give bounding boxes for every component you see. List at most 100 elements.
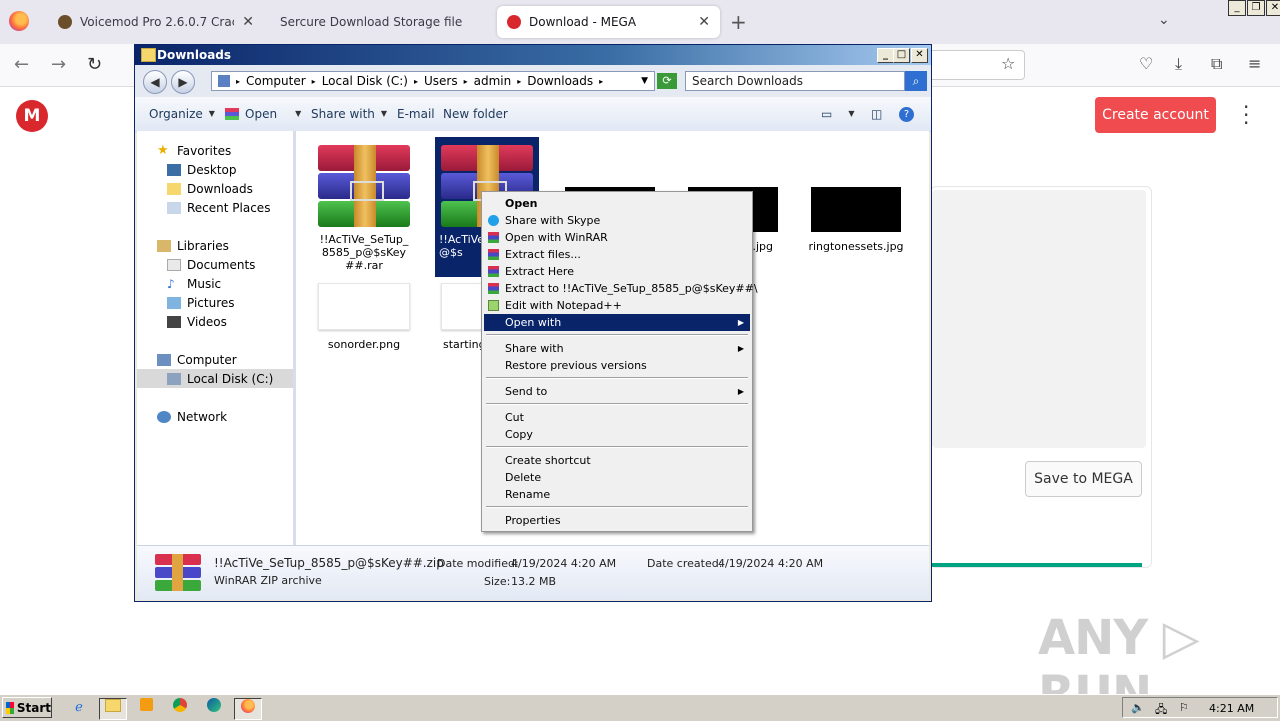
nav-desktop[interactable]: Desktop [167, 160, 237, 179]
network-tray-icon[interactable]: 🖧 [1155, 701, 1167, 720]
breadcrumb-downloads[interactable]: Downloads [527, 74, 593, 88]
edge-icon[interactable] [201, 698, 227, 718]
details-pane: !!AcTiVe_SeTup_8585_p@$sKey##.zip WinRAR… [137, 545, 929, 600]
back-button[interactable]: ◀ [143, 70, 167, 94]
nav-music[interactable]: ♪ Music [167, 274, 221, 293]
mega-logo[interactable]: M [16, 100, 48, 132]
menu-restore-previous-versions[interactable]: Restore previous versions [484, 357, 750, 374]
windows-logo-icon [6, 701, 14, 714]
new-tab-button[interactable]: + [730, 10, 747, 34]
menu-separator [486, 446, 748, 448]
nav-videos[interactable]: Videos [167, 312, 227, 331]
bookmark-star-icon[interactable]: ☆ [1001, 54, 1015, 73]
file-item[interactable]: ringtonessets.jpg [804, 187, 908, 253]
list-all-tabs-icon[interactable]: ⌄ [1158, 12, 1170, 28]
menu-extract-to[interactable]: Extract to !!AcTiVe_SeTup_8585_p@$sKey##… [484, 280, 758, 297]
nav-computer[interactable]: Computer [157, 350, 237, 369]
address-dropdown-icon[interactable]: ▼ [641, 76, 648, 86]
address-field[interactable]: ▸ Computer ▸ Local Disk (C:) ▸ Users ▸ a… [211, 71, 655, 91]
media-player-icon[interactable] [133, 698, 159, 718]
minimize-button[interactable]: _ [877, 48, 894, 63]
pocket-icon[interactable]: ♡ [1139, 54, 1153, 73]
clock[interactable]: 4:21 AM [1209, 702, 1254, 715]
forward-button[interactable]: ▶ [171, 70, 195, 94]
new-folder-button[interactable]: New folder [443, 97, 508, 131]
internet-explorer-icon[interactable]: ℯ [66, 698, 92, 718]
image-thumbnail [318, 283, 410, 330]
refresh-icon[interactable]: ⟳ [657, 73, 677, 89]
volume-icon[interactable]: 🔈 [1131, 701, 1145, 714]
file-item[interactable]: !!AcTiVe_SeTup_8585_p@$sKey##.rar [312, 137, 416, 272]
extensions-icon[interactable]: ⧉ [1211, 54, 1222, 74]
menu-properties[interactable]: Properties [484, 512, 750, 529]
menu-open-with[interactable]: Open with ▶ [484, 314, 750, 331]
menu-rename[interactable]: Rename [484, 486, 750, 503]
chrome-icon[interactable] [167, 698, 193, 718]
system-tray: 🔈 🖧 ⚐ 4:21 AM [1122, 697, 1278, 718]
hamburger-menu-icon[interactable]: ≡ [1248, 54, 1261, 73]
nav-local-disk[interactable]: Local Disk (C:) [137, 369, 293, 388]
action-center-flag-icon[interactable]: ⚐ [1179, 701, 1189, 714]
tab-voicemod[interactable]: Voicemod Pro 2.6.0.7 Crack With U ✕ [48, 6, 264, 38]
menu-send-to[interactable]: Send to ▶ [484, 383, 750, 400]
menu-label: Edit with Notepad++ [505, 299, 622, 312]
nav-documents[interactable]: Documents [167, 255, 255, 274]
save-to-mega-button[interactable]: Save to MEGA [1025, 461, 1142, 497]
menu-open-with-winrar[interactable]: Open with WinRAR [484, 229, 750, 246]
help-icon[interactable]: ? [899, 97, 914, 131]
winrar-icon [225, 108, 239, 120]
explorer-taskbar-icon[interactable] [99, 698, 127, 720]
minimize-button[interactable]: _ [1228, 0, 1246, 16]
tab-mega-download[interactable]: Download - MEGA ✕ [497, 6, 720, 38]
menu-copy[interactable]: Copy [484, 426, 750, 443]
nav-favorites[interactable]: ★ Favorites [157, 141, 231, 160]
open-button[interactable]: Open ▼ [225, 97, 301, 131]
back-arrow-icon[interactable]: ← [14, 54, 29, 75]
close-tab-icon[interactable]: ✕ [242, 14, 254, 30]
menu-edit-with-notepad[interactable]: Edit with Notepad++ [484, 297, 750, 314]
nav-recent-places[interactable]: Recent Places [167, 198, 270, 217]
nav-label: Favorites [177, 143, 232, 158]
menu-extract-here[interactable]: Extract Here [484, 263, 750, 280]
firefox-taskbar-icon[interactable] [234, 698, 262, 720]
tab-secure-download[interactable]: Sercure Download Storage file [270, 6, 492, 38]
menu-open[interactable]: Open [484, 195, 750, 212]
close-window-button[interactable]: ✕ [1266, 0, 1280, 16]
reload-icon[interactable]: ↻ [87, 54, 102, 75]
breadcrumb-admin[interactable]: admin [474, 74, 512, 88]
menu-share-with-skype[interactable]: Share with Skype [484, 212, 750, 229]
maximize-button[interactable]: □ [893, 48, 910, 63]
breadcrumb-computer[interactable]: Computer [246, 74, 306, 88]
create-account-button[interactable]: Create account [1095, 97, 1216, 133]
search-input[interactable]: Search Downloads [685, 71, 905, 91]
file-item[interactable]: sonorder.png [312, 283, 416, 351]
nav-pictures[interactable]: Pictures [167, 293, 235, 312]
close-tab-icon[interactable]: ✕ [698, 14, 710, 30]
menu-cut[interactable]: Cut [484, 409, 750, 426]
restore-button[interactable]: ❐ [1247, 0, 1265, 16]
menu-delete[interactable]: Delete [484, 469, 750, 486]
nav-network[interactable]: Network [157, 407, 227, 426]
start-button[interactable]: Start [2, 697, 52, 718]
organize-button[interactable]: Organize ▼ [149, 97, 215, 131]
menu-label: Share with [505, 342, 564, 355]
details-file-name: !!AcTiVe_SeTup_8585_p@$sKey##.zip [214, 556, 444, 570]
explorer-title-bar[interactable]: Downloads _ □ ✕ [135, 45, 931, 65]
menu-extract-files[interactable]: Extract files... [484, 246, 750, 263]
change-view-icon[interactable]: ▭ ▼ [821, 97, 855, 131]
breadcrumb-users[interactable]: Users [424, 74, 458, 88]
menu-create-shortcut[interactable]: Create shortcut [484, 452, 750, 469]
nav-libraries[interactable]: Libraries [157, 236, 229, 255]
breadcrumb-local-disk[interactable]: Local Disk (C:) [322, 74, 408, 88]
forward-arrow-icon[interactable]: → [51, 54, 66, 75]
menu-label: Extract files... [505, 248, 581, 261]
search-icon[interactable]: ⌕ [905, 71, 927, 91]
downloads-icon[interactable]: ⤓ [1175, 54, 1182, 74]
menu-share-with[interactable]: Share with ▶ [484, 340, 750, 357]
email-button[interactable]: E-mail [397, 97, 435, 131]
nav-downloads[interactable]: Downloads [167, 179, 253, 198]
share-with-button[interactable]: Share with ▼ [311, 97, 387, 131]
close-button[interactable]: ✕ [911, 48, 928, 63]
more-options-icon[interactable]: · · · [1243, 97, 1249, 133]
preview-pane-icon[interactable]: ◫ [871, 97, 882, 131]
